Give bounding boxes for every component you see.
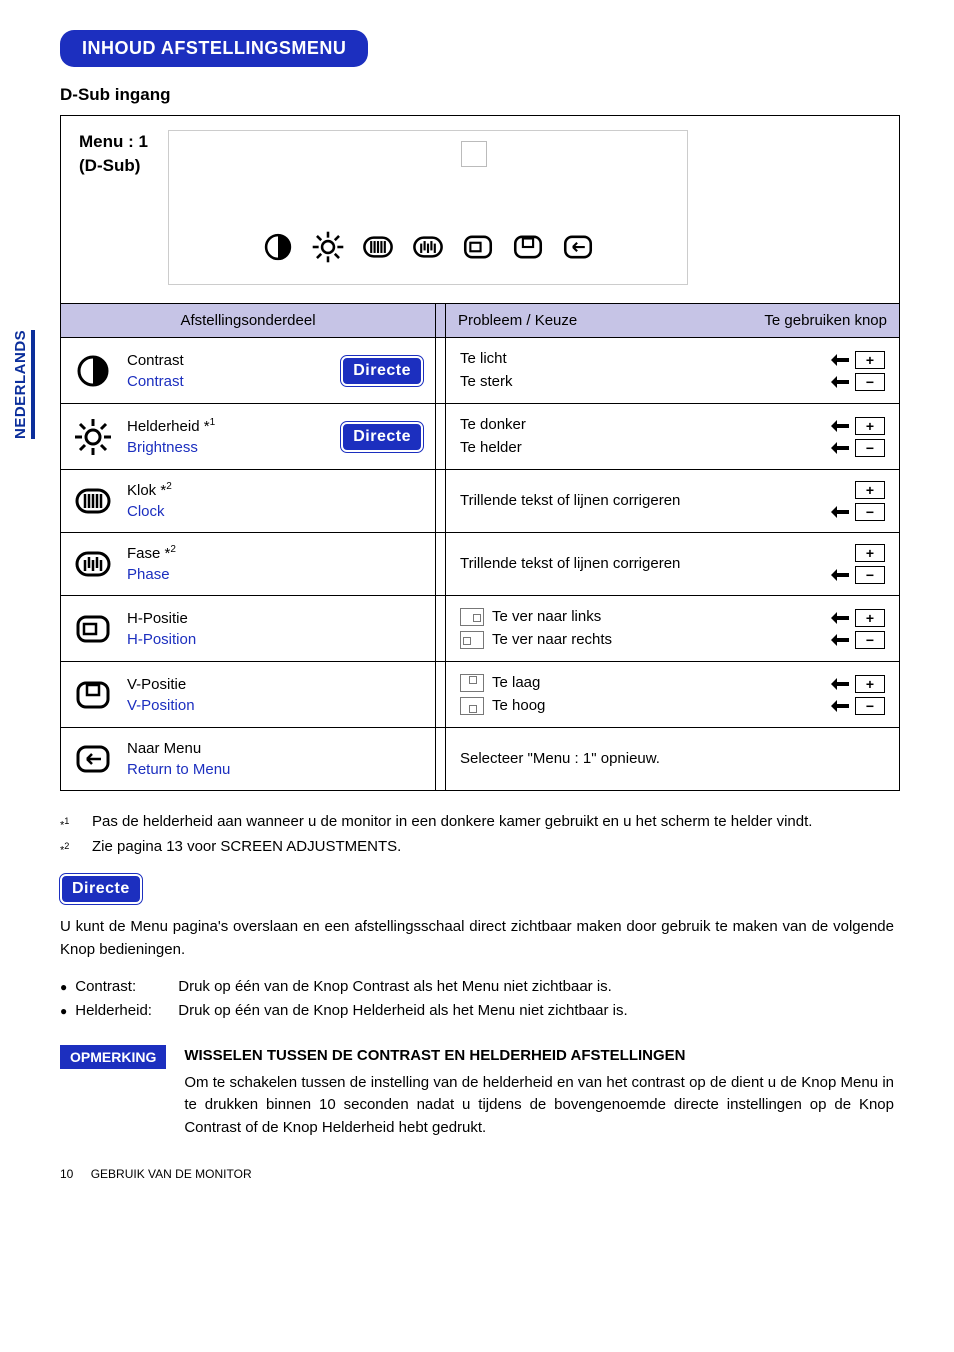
phase-icon (410, 230, 446, 264)
page-footer: 10 GEBRUIK VAN DE MONITOR (60, 1167, 894, 1181)
footnote: *1Pas de helderheid aan wanneer u de mon… (60, 813, 894, 832)
problem-text: Te laagTe hoog (460, 672, 545, 717)
item-label-nl: Fase *2 (127, 543, 176, 564)
item-label-en: Clock (127, 501, 172, 522)
problem-text: Te donkerTe helder (460, 414, 526, 459)
col-header-item: Afstellingsonderdeel (61, 304, 436, 337)
table-row: ContrastContrast Directe Te lichtTe sterk +… (61, 337, 899, 403)
vpos-icon (73, 675, 113, 715)
table-row: V-PositieV-Position Te laagTe hoog +− (61, 661, 899, 727)
button-hint: +− (831, 609, 885, 649)
footer-text: GEBRUIK VAN DE MONITOR (91, 1167, 252, 1181)
table-row: Fase *2Phase Trillende tekst of lijnen co… (61, 532, 899, 595)
contrast-icon (260, 230, 296, 264)
clock-icon (73, 481, 113, 521)
item-label-en: Contrast (127, 371, 184, 392)
table-row: Helderheid *1Brightness Directe Te donkerT… (61, 403, 899, 469)
item-label-nl: Contrast (127, 350, 184, 371)
problem-text: Trillende tekst of lijnen corrigeren (460, 490, 680, 513)
problem-text: Trillende tekst of lijnen corrigeren (460, 553, 680, 576)
button-hint: +− (831, 351, 885, 391)
directe-bullets: Contrast:Druk op één van de Knop Contras… (60, 975, 894, 1023)
return-icon (560, 230, 596, 264)
item-label-en: V-Position (127, 695, 195, 716)
directe-badge: Directe (341, 356, 423, 386)
bullet-item: Helderheid:Druk op één van de Knop Helde… (60, 999, 894, 1023)
item-label-nl: Naar Menu (127, 738, 230, 759)
button-hint: +− (831, 481, 885, 521)
osd-icon-strip (260, 230, 596, 264)
hpos-icon (460, 230, 496, 264)
phase-icon (73, 544, 113, 584)
note-block: OPMERKING WISSELEN TUSSEN DE CONTRAST EN… (60, 1045, 894, 1139)
section-title: INHOUD AFSTELLINGSMENU (60, 30, 368, 67)
directe-badge: Directe (341, 422, 423, 452)
table-row: H-PositieH-Position Te ver naar linksTe v… (61, 595, 899, 661)
menu-header: Menu : 1 (D-Sub) (61, 116, 899, 303)
brightness-icon (310, 230, 346, 264)
directe-description: U kunt de Menu pagina's overslaan en een… (60, 916, 894, 961)
button-hint: +− (831, 675, 885, 715)
directe-badge: Directe (60, 874, 142, 904)
item-label-nl: H-Positie (127, 608, 196, 629)
col-header-problem: Probleem / Keuze (458, 312, 577, 329)
menu-title-line2: (D-Sub) (79, 154, 148, 178)
note-heading: WISSELEN TUSSEN DE CONTRAST EN HELDERHEI… (184, 1045, 894, 1068)
language-tab: NEDERLANDS (10, 324, 37, 445)
col-header-button: Te gebruiken knop (764, 312, 887, 329)
bullet-item: Contrast:Druk op één van de Knop Contras… (60, 975, 894, 999)
item-label-en: Brightness (127, 437, 215, 458)
item-label-en: H-Position (127, 629, 196, 650)
menu-title-line1: Menu : 1 (79, 130, 148, 154)
item-label-en: Return to Menu (127, 759, 230, 780)
footnote: *2Zie pagina 13 voor SCREEN ADJUSTMENTS. (60, 838, 894, 857)
osd-cursor-square (461, 141, 487, 167)
return-icon (73, 739, 113, 779)
hpos-icon (73, 609, 113, 649)
problem-text: Te lichtTe sterk (460, 348, 513, 393)
item-label-nl: Klok *2 (127, 480, 172, 501)
item-label-nl: Helderheid *1 (127, 416, 215, 437)
table-row: Klok *2Clock Trillende tekst of lijnen co… (61, 469, 899, 532)
problem-text: Selecteer "Menu : 1" opnieuw. (460, 748, 660, 771)
osd-preview-box (168, 130, 688, 285)
clock-icon (360, 230, 396, 264)
note-tag: OPMERKING (60, 1045, 166, 1069)
item-label-nl: V-Positie (127, 674, 195, 695)
table-row: Naar MenuReturn to Menu Selecteer "Menu :… (61, 727, 899, 790)
button-hint: +− (831, 417, 885, 457)
footnotes: *1Pas de helderheid aan wanneer u de mon… (60, 813, 894, 856)
settings-panel: Menu : 1 (D-Sub) Afstellingsonderdeel Pr… (60, 115, 900, 791)
note-body: Om te schakelen tussen de instelling van… (184, 1072, 894, 1140)
contrast-icon (73, 351, 113, 391)
brightness-icon (73, 417, 113, 457)
page-number: 10 (60, 1167, 73, 1181)
button-hint: +− (831, 544, 885, 584)
table-header-row: Afstellingsonderdeel Probleem / Keuze Te… (61, 303, 899, 337)
item-label-en: Phase (127, 564, 176, 585)
problem-text: Te ver naar linksTe ver naar rechts (460, 606, 612, 651)
vpos-icon (510, 230, 546, 264)
subsection-heading: D-Sub ingang (60, 85, 894, 105)
settings-table: Afstellingsonderdeel Probleem / Keuze Te… (61, 303, 899, 790)
